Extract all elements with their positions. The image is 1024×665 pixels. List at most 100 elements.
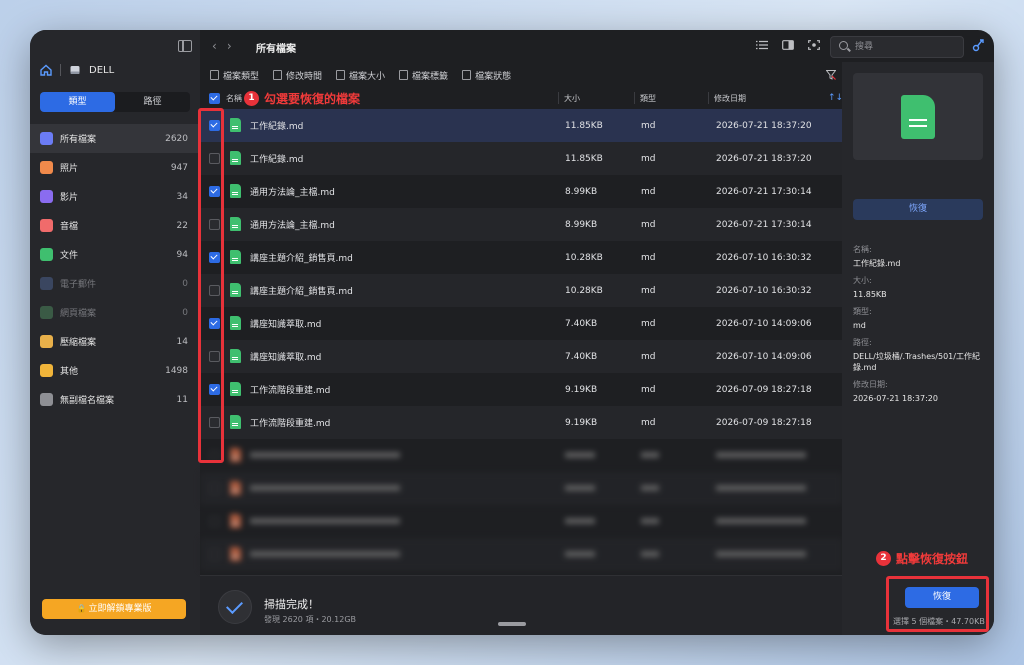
meta-type: md <box>853 321 866 330</box>
obscured-row <box>200 538 842 571</box>
category-count: 0 <box>182 307 188 318</box>
meta-path-label: 路徑: <box>853 338 872 347</box>
table-row[interactable]: 講座主題介紹_銷售頁.md 10.28KB md 2026-07-10 16:30:3… <box>200 274 842 307</box>
file-name: 工作流階段重建.md <box>250 419 331 429</box>
category-label: 壓縮檔案 <box>60 338 97 348</box>
category-count: 0 <box>182 278 188 289</box>
file-icon <box>230 481 241 495</box>
preview-recover-button[interactable]: 恢復 <box>853 199 983 220</box>
tab-type[interactable]: 類型 <box>40 92 115 112</box>
file-type: md <box>641 252 656 263</box>
category-label: 照片 <box>60 164 79 174</box>
category-icon <box>40 161 53 174</box>
meta-date: 2026-07-21 18:37:20 <box>853 394 938 403</box>
file-name: 講座主題介紹_銷售頁.md <box>250 254 353 264</box>
category-icon <box>40 364 53 377</box>
meta-name: 工作紀錄.md <box>853 259 901 268</box>
search-box[interactable] <box>830 36 964 58</box>
obscured-size <box>565 551 595 557</box>
account-icon[interactable] <box>972 38 986 52</box>
tab-path[interactable]: 路徑 <box>115 92 190 112</box>
obscured-row <box>200 472 842 505</box>
device-name: DELL <box>89 64 115 76</box>
recover-button[interactable]: 恢復 <box>905 587 979 608</box>
category-count: 34 <box>176 191 188 202</box>
obscured-size <box>565 518 595 524</box>
column-divider <box>634 92 635 104</box>
preview-pane-icon[interactable] <box>782 40 794 50</box>
obscured-name <box>250 551 400 557</box>
filter-dropdown[interactable]: 檔案狀態 <box>462 69 511 82</box>
sidebar-category[interactable]: 音檔 22 <box>30 211 200 240</box>
filter-icon <box>336 70 346 80</box>
sidebar-category[interactable]: 文件 94 <box>30 240 200 269</box>
sidebar-category[interactable]: 無副檔名檔案 11 <box>30 385 200 414</box>
file-size: 11.85KB <box>565 120 603 131</box>
select-all-checkbox[interactable] <box>209 92 220 104</box>
filter-dropdown[interactable]: 修改時間 <box>273 69 322 82</box>
search-input[interactable] <box>853 39 957 55</box>
annotation-step-1: 1 勾選要恢復的檔案 <box>244 90 360 107</box>
forward-icon[interactable]: › <box>227 39 242 53</box>
scan-image-icon[interactable] <box>808 40 820 50</box>
table-row[interactable]: 講座知識萃取.md 7.40KB md 2026-07-10 14:09:06 <box>200 340 842 373</box>
filter-label: 檔案標籤 <box>412 71 449 82</box>
table-row[interactable]: 講座主題介紹_銷售頁.md 10.28KB md 2026-07-10 16:30:3… <box>200 241 842 274</box>
file-icon <box>230 547 241 561</box>
file-name: 講座知識萃取.md <box>250 320 322 330</box>
table-row[interactable]: 講座知識萃取.md 7.40KB md 2026-07-10 14:09:06 <box>200 307 842 340</box>
category-count: 22 <box>176 220 188 231</box>
sidebar-category[interactable]: 電子郵件 0 <box>30 269 200 298</box>
filter-dropdown[interactable]: 檔案大小 <box>336 69 385 82</box>
column-type[interactable]: 類型 <box>640 93 656 104</box>
file-type: md <box>641 153 656 164</box>
file-date: 2026-07-09 18:27:18 <box>716 384 812 395</box>
sort-icon[interactable]: ↑↓ <box>828 93 843 103</box>
file-name: 講座知識萃取.md <box>250 353 322 363</box>
column-size[interactable]: 大小 <box>564 93 580 104</box>
obscured-date <box>716 452 806 458</box>
upgrade-button[interactable]: 🔒 立即解鎖專業版 <box>42 599 186 619</box>
category-count: 14 <box>176 336 188 347</box>
filter-dropdown[interactable]: 檔案標籤 <box>399 69 448 82</box>
back-icon[interactable]: ‹ <box>212 39 227 53</box>
filter-dropdown[interactable]: 檔案類型 <box>210 69 259 82</box>
column-name[interactable]: 名稱 <box>226 93 242 104</box>
table-row[interactable]: 工作流階段重建.md 9.19KB md 2026-07-09 18:27:18 <box>200 406 842 439</box>
category-label: 其他 <box>60 367 79 377</box>
table-row[interactable]: 工作流階段重建.md 9.19KB md 2026-07-09 18:27:18 <box>200 373 842 406</box>
table-row[interactable]: 通用方法論_主檔.md 8.99KB md 2026-07-21 17:30:14 <box>200 175 842 208</box>
file-size: 7.40KB <box>565 351 598 362</box>
column-date[interactable]: 修改日期 <box>714 93 746 104</box>
table-row[interactable]: 通用方法論_主檔.md 8.99KB md 2026-07-21 17:30:14 <box>200 208 842 241</box>
sidebar-toggle-icon[interactable] <box>178 40 192 52</box>
step-2-text: 點擊恢復按鈕 <box>896 552 969 566</box>
table-row[interactable]: 工作紀錄.md 11.85KB md 2026-07-21 18:37:20 <box>200 109 842 142</box>
sidebar-category[interactable]: 網頁檔案 0 <box>30 298 200 327</box>
file-date: 2026-07-10 16:30:32 <box>716 252 812 263</box>
obscured-name <box>250 485 400 491</box>
sidebar-category[interactable]: 影片 34 <box>30 182 200 211</box>
meta-size: 11.85KB <box>853 290 887 299</box>
sidebar-category[interactable]: 所有檔案 2620 <box>30 124 200 153</box>
obscured-size <box>565 485 595 491</box>
category-label: 文件 <box>60 251 79 261</box>
meta-name-label: 名稱: <box>853 245 872 254</box>
sidebar-category[interactable]: 其他 1498 <box>30 356 200 385</box>
filter-icon <box>399 70 409 80</box>
topbar: ‹› 所有檔案 <box>200 30 994 62</box>
sidebar-category[interactable]: 壓縮檔案 14 <box>30 327 200 356</box>
sidebar-category[interactable]: 照片 947 <box>30 153 200 182</box>
file-name: 講座主題介紹_銷售頁.md <box>250 287 353 297</box>
drag-handle[interactable] <box>498 622 526 626</box>
table-row[interactable]: 工作紀錄.md 11.85KB md 2026-07-21 18:37:20 <box>200 142 842 175</box>
category-label: 網頁檔案 <box>60 309 97 319</box>
clear-filter-icon[interactable] <box>826 70 836 80</box>
obscured-date <box>716 551 806 557</box>
lock-icon: 🔒 <box>76 604 87 613</box>
filter-icon <box>462 70 472 80</box>
category-icon <box>40 393 53 406</box>
list-view-icon[interactable] <box>756 40 768 50</box>
file-size: 10.28KB <box>565 252 603 263</box>
home-icon[interactable] <box>40 64 52 76</box>
